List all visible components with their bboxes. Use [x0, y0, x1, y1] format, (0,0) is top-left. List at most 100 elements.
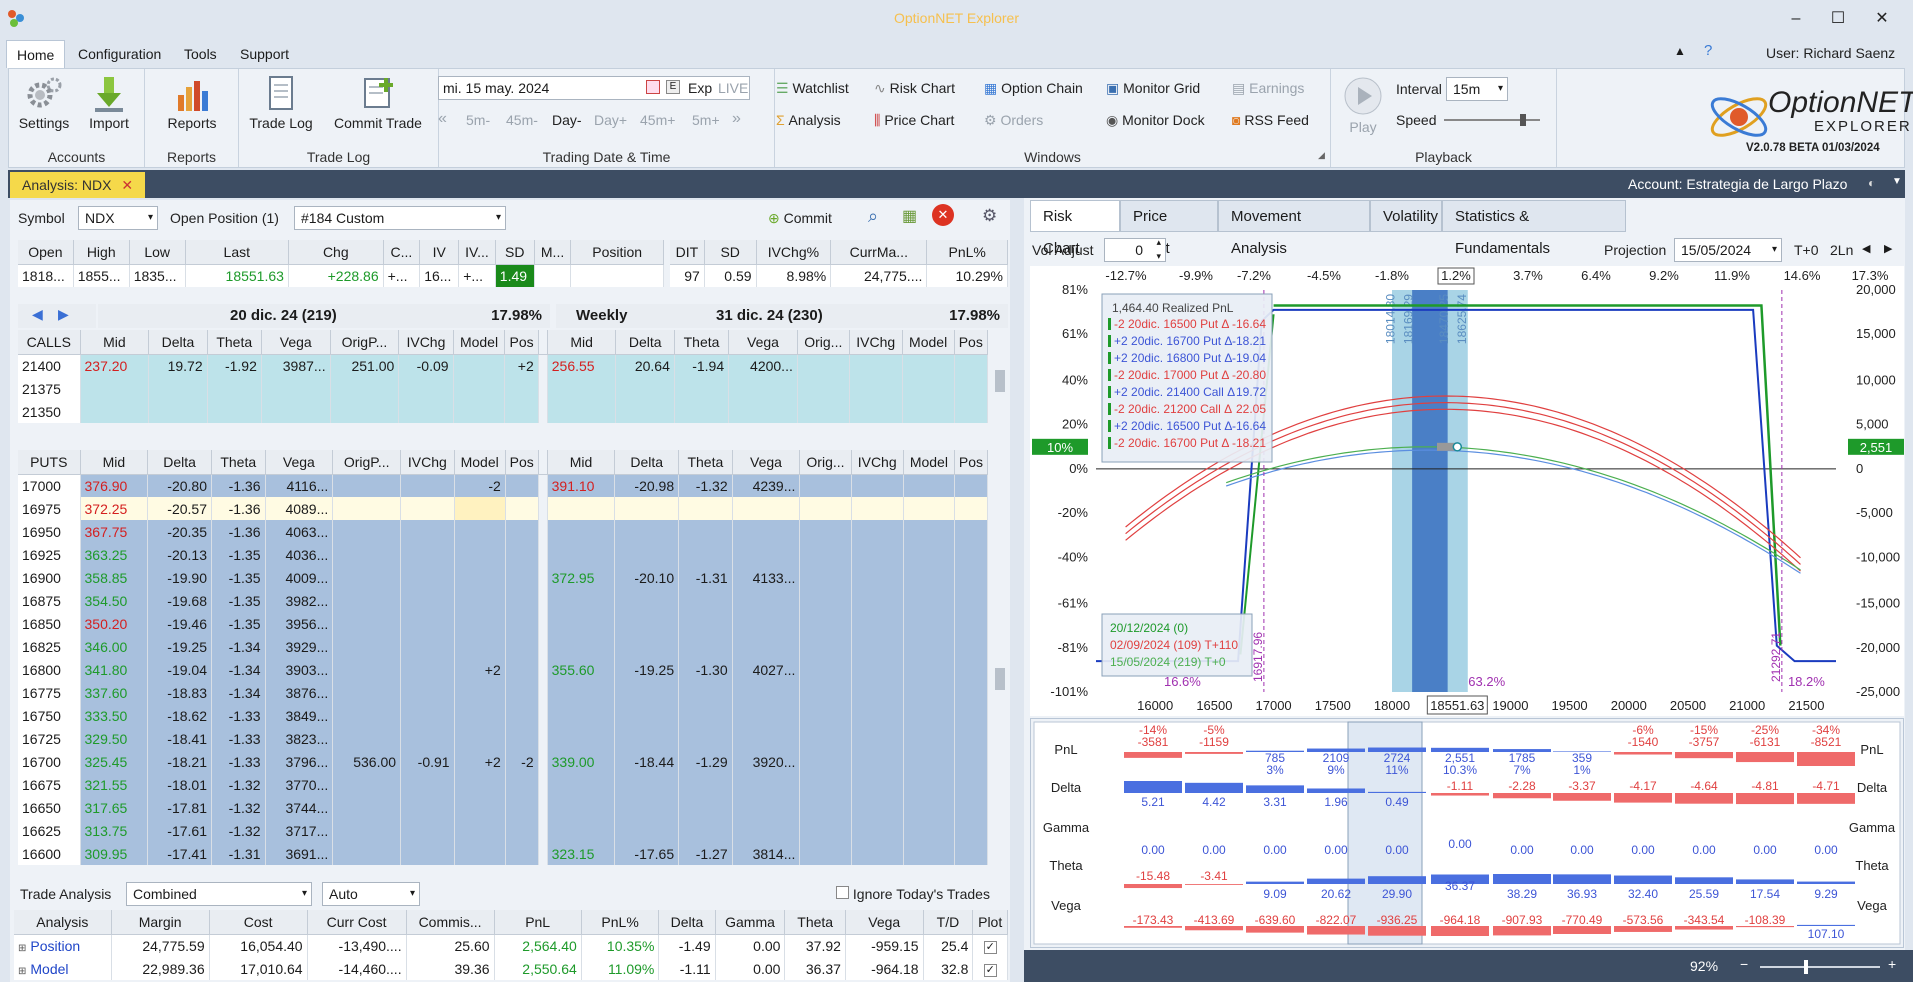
cell-model[interactable]	[454, 796, 506, 819]
expand-icon[interactable]: ⊞	[18, 943, 26, 954]
table-row[interactable]: 16700 325.45 -18.21 -1.33 3796... 536.00 -0.91…	[18, 750, 989, 773]
cell-model[interactable]: +2	[454, 750, 506, 773]
delete-icon[interactable]: ✕	[932, 204, 954, 226]
table-row[interactable]: 16775 337.60 -18.83 -1.34 3876...	[18, 681, 989, 704]
orders-button[interactable]: ⚙ Orders	[984, 112, 1043, 129]
table-row[interactable]: 17000 376.90 -20.80 -1.36 4116... -2 391.10 -20…	[18, 474, 989, 497]
cell-pos[interactable]	[505, 773, 539, 796]
monitor-dock-button[interactable]: ◉ Monitor Dock	[1106, 112, 1205, 129]
cell-pos[interactable]: -2	[505, 750, 539, 773]
cell-pos[interactable]	[504, 377, 539, 400]
cell-model[interactable]	[453, 400, 506, 423]
table-row[interactable]: 16675 321.55 -18.01 -1.32 3770...	[18, 773, 989, 796]
trade-log-button[interactable]: Trade Log	[243, 69, 319, 131]
table-row[interactable]: 16625 313.75 -17.61 -1.32 3717...	[18, 819, 989, 842]
close-icon[interactable]: ✕	[1862, 6, 1902, 32]
close-tab-icon[interactable]: ✕	[121, 177, 133, 193]
minimize-icon[interactable]: –	[1776, 6, 1816, 32]
zoom-slider[interactable]	[1760, 966, 1880, 968]
table-row[interactable]: ⊞ Model 22,989.36 17,010.64 -14,460.... 39.36…	[14, 957, 1008, 980]
cell-model[interactable]	[454, 727, 506, 750]
zoom-out-icon[interactable]: −	[1740, 956, 1748, 972]
analysis-button[interactable]: Σ Analysis	[776, 112, 841, 128]
cell-pos[interactable]	[505, 589, 539, 612]
cell-pos[interactable]	[505, 543, 539, 566]
collapse-ribbon-icon[interactable]: ▲	[1674, 44, 1686, 58]
next-projection-icon[interactable]: ▶	[1884, 242, 1892, 255]
step-day-back[interactable]: Day-	[552, 112, 582, 128]
puts-scrollbar[interactable]	[992, 474, 1008, 864]
option-chain-button[interactable]: ▦ Option Chain	[984, 80, 1083, 97]
step-5m-forward[interactable]: 5m+	[692, 112, 720, 128]
tab-support[interactable]: Support	[230, 40, 299, 68]
exp-toggle-icon[interactable]: E	[666, 80, 680, 94]
rss-feed-button[interactable]: ◙ RSS Feed	[1232, 112, 1309, 128]
calendar-icon[interactable]	[646, 80, 660, 94]
tab-movement-analysis[interactable]: Movement Analysis	[1218, 200, 1370, 257]
settings-button[interactable]: Settings	[13, 69, 75, 131]
import-button[interactable]: Import	[79, 69, 139, 131]
windows-launcher-icon[interactable]: ◢	[1318, 150, 1325, 161]
tab-volatility[interactable]: Volatility	[1370, 200, 1442, 232]
ln-toggle[interactable]: 2Ln	[1830, 242, 1853, 258]
table-row[interactable]: 16725 329.50 -18.41 -1.33 3823...	[18, 727, 989, 750]
table-row[interactable]: 16650 317.65 -17.81 -1.32 3744...	[18, 796, 989, 819]
earnings-button[interactable]: ▤ Earnings	[1232, 80, 1304, 97]
tab-statistics-fundamentals[interactable]: Statistics & Fundamentals	[1442, 200, 1626, 257]
account-status-icon[interactable]: ◐	[1868, 176, 1875, 190]
cell-model[interactable]	[454, 497, 506, 520]
account-menu-icon[interactable]: ▼	[1892, 176, 1902, 187]
prev-projection-icon[interactable]: ◀	[1862, 242, 1870, 255]
cell-model[interactable]	[454, 704, 506, 727]
step-5m-back[interactable]: 5m-	[466, 112, 490, 128]
table-row[interactable]: 16950 367.75 -20.35 -1.36 4063...	[18, 520, 989, 543]
symbol-dropdown[interactable]: NDX ▾	[78, 206, 158, 230]
ignore-trades-checkbox[interactable]: Ignore Today's Trades	[836, 886, 990, 902]
current-point[interactable]	[1452, 442, 1463, 452]
monitor-grid-button[interactable]: ▣ Monitor Grid	[1106, 80, 1200, 97]
table-row[interactable]: 21400 237.20 19.72 -1.92 3987... 251.00 -0.09 +…	[18, 354, 989, 377]
cell-model[interactable]	[453, 354, 506, 377]
analysis-mode-dropdown[interactable]: Combined ▾	[126, 882, 312, 906]
cell-pos[interactable]	[505, 658, 539, 681]
vol-adjust-spinner[interactable]: 0 ▴ ▾	[1104, 237, 1166, 262]
settings-gear-icon[interactable]: ⚙	[982, 206, 997, 226]
position-dropdown[interactable]: #184 Custom ▾	[294, 206, 506, 230]
cell-model[interactable]	[454, 612, 506, 635]
table-row[interactable]: 16925 363.25 -20.13 -1.35 4036...	[18, 543, 989, 566]
expand-icon[interactable]: ⊞	[18, 966, 26, 977]
zoom-slider-thumb[interactable]	[1804, 960, 1808, 974]
table-row[interactable]: 16875 354.50 -19.68 -1.35 3982...	[18, 589, 989, 612]
tab-configuration[interactable]: Configuration	[68, 40, 171, 68]
cell-pos[interactable]	[505, 635, 539, 658]
cell-pos[interactable]	[505, 796, 539, 819]
step-day-forward[interactable]: Day+	[594, 112, 627, 128]
table-row[interactable]: 16600 309.95 -17.41 -1.31 3691... 323.15 -17.6…	[18, 842, 989, 865]
calls-scrollbar[interactable]	[992, 354, 1008, 434]
prev-expiry-icon[interactable]: ◀	[32, 306, 43, 323]
table-row[interactable]: 21375	[18, 377, 989, 400]
play-button[interactable]: Play	[1338, 76, 1388, 135]
puts-scrollbar-thumb[interactable]	[995, 668, 1005, 690]
cell-model[interactable]: -2	[454, 474, 506, 497]
step-back-icon[interactable]: «	[438, 110, 447, 128]
cell-pos[interactable]	[505, 520, 539, 543]
cell-pos[interactable]	[505, 727, 539, 750]
cell-pos[interactable]	[505, 497, 539, 520]
risk-chart[interactable]: 18014.80 18169.29 18470.25 18625.74 81% 61% 40…	[1030, 266, 1910, 716]
cell-model[interactable]	[454, 589, 506, 612]
reports-button[interactable]: Reports	[155, 69, 229, 131]
cell-pos[interactable]	[505, 566, 539, 589]
cell-model[interactable]	[454, 773, 506, 796]
table-row[interactable]: 16750 333.50 -18.62 -1.33 3849...	[18, 704, 989, 727]
table-row[interactable]: 16900 358.85 -19.90 -1.35 4009... 372.95 -20.1…	[18, 566, 989, 589]
table-row[interactable]: 16800 341.80 -19.04 -1.34 3903... +2 355.60 -19…	[18, 658, 989, 681]
cell-model[interactable]	[454, 819, 506, 842]
commit-trade-button[interactable]: Commit Trade	[323, 69, 433, 131]
plot-checkbox[interactable]: ✓	[972, 934, 1008, 957]
search-icon[interactable]: ⌕	[868, 206, 878, 227]
t0-toggle[interactable]: T+0	[1794, 242, 1819, 258]
tab-price-chart[interactable]: Price Chart	[1120, 200, 1218, 257]
table-row[interactable]: 21350	[18, 400, 989, 423]
cell-model[interactable]	[453, 377, 506, 400]
